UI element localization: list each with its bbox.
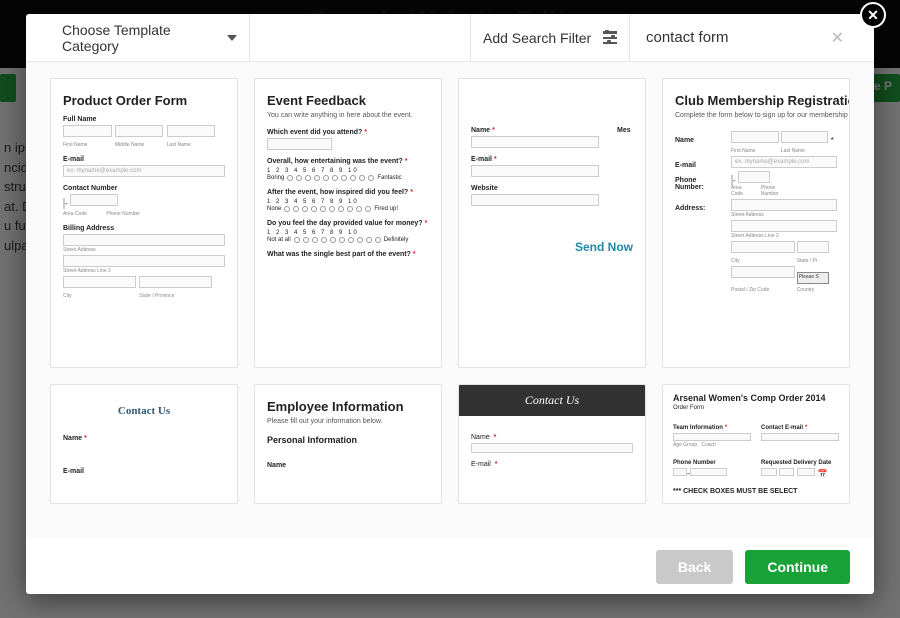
field-label: Name*	[471, 127, 599, 134]
field-label: After the event, how inspired did you fe…	[267, 189, 429, 196]
category-dropdown[interactable]: Choose Template Category	[50, 14, 250, 61]
field-label: Name	[267, 462, 429, 469]
card-title: Employee Information	[267, 399, 429, 414]
toolbar-spacer	[250, 14, 470, 61]
section-label: Personal Information	[267, 435, 429, 445]
clear-search-icon[interactable]: ✕	[831, 28, 844, 48]
send-now-link: Send Now	[459, 220, 645, 254]
filter-label: Add Search Filter	[483, 30, 591, 46]
field-label: Name	[675, 137, 723, 144]
scale-low: None	[267, 206, 281, 212]
template-card[interactable]: Product Order Form Full Name First NameM…	[50, 78, 238, 368]
field-label: Do you feel the day provided value for m…	[267, 220, 429, 227]
search-cell: ✕	[630, 14, 850, 61]
sub-label: Phone Number	[761, 185, 793, 197]
field-label: E-mail	[63, 468, 225, 475]
field-label: E-mail	[63, 156, 225, 163]
card-title: Contact Us	[63, 405, 225, 417]
field-label: Phone Number:	[675, 177, 723, 191]
card-title: Contact Us	[459, 385, 645, 416]
sub-label: Country	[797, 287, 829, 293]
field-label: Contact Number	[63, 185, 225, 192]
field-label: What was the single best part of the eve…	[267, 251, 429, 258]
search-input[interactable]	[642, 21, 838, 54]
scale-low: Not at all	[267, 237, 291, 243]
sub-label: Postal / Zip Code	[731, 287, 795, 293]
sub-label: Phone Number	[106, 211, 155, 217]
field-label: Address:	[675, 205, 723, 212]
field-label: E-mail *	[471, 461, 633, 468]
sub-label: Area Code	[731, 185, 754, 197]
field-label: Contact E-mail*	[761, 425, 839, 431]
card-title: Event Feedback	[267, 93, 429, 108]
field-placeholder: ex: myname@example.com	[63, 165, 225, 177]
field-label: Mes	[617, 127, 633, 134]
template-grid-wrap: Product Order Form Full Name First NameM…	[26, 62, 874, 538]
back-button[interactable]: Back	[656, 550, 733, 584]
chevron-down-icon	[227, 35, 237, 41]
sub-label: City	[63, 293, 136, 299]
template-picker-modal: ✕ Choose Template Category Add Search Fi…	[26, 14, 874, 594]
field-label: Full Name	[63, 116, 225, 123]
sub-label: Area Code	[63, 211, 99, 217]
scale-high: Fired up!	[374, 206, 398, 212]
close-icon[interactable]: ✕	[860, 2, 886, 28]
field-label: E-mail*	[471, 156, 599, 163]
card-title: Club Membership Registration	[675, 93, 837, 108]
template-grid: Product Order Form Full Name First NameM…	[50, 78, 850, 504]
sub-label: Middle Name	[115, 142, 164, 148]
sub-label: State / Province	[139, 293, 212, 299]
card-subtitle: Please fill out your information below.	[267, 418, 429, 425]
template-card[interactable]: Employee Information Please fill out you…	[254, 384, 442, 504]
template-card[interactable]: Event Feedback You can write anything in…	[254, 78, 442, 368]
add-filter-button[interactable]: Add Search Filter	[470, 14, 630, 61]
field-label: Billing Address	[63, 225, 225, 232]
template-card[interactable]: Arsenal Women's Comp Order 2014 Order Fo…	[662, 384, 850, 504]
scale-numbers: 1 2 3 4 5 6 7 8 9 10	[267, 230, 429, 236]
sub-label: First Name	[63, 142, 112, 148]
card-title: Arsenal Women's Comp Order 2014	[673, 393, 839, 403]
template-card[interactable]: Club Membership Registration Complete th…	[662, 78, 850, 368]
template-card[interactable]: Name* E-mail* Website Mes Send Now	[458, 78, 646, 368]
card-title: Product Order Form	[63, 93, 225, 108]
card-subtitle: Order Form	[673, 405, 839, 411]
field-label: Name *	[471, 434, 633, 441]
sub-label: Street Address	[731, 212, 837, 218]
card-subtitle: Complete the form below to sign up for o…	[675, 112, 837, 119]
country-select: Please S	[797, 272, 829, 284]
card-subtitle: You can write anything in here about the…	[267, 112, 429, 119]
field-label: Overall, how entertaining was the event?…	[267, 158, 429, 165]
field-placeholder: ex: myname@example.com	[731, 156, 837, 168]
modal-footer: Back Continue	[26, 538, 874, 594]
template-card[interactable]: Contact Us Name* E-mail	[50, 384, 238, 504]
scale-numbers: 1 2 3 4 5 6 7 8 9 10	[267, 199, 429, 205]
template-card[interactable]: Contact Us Name * E-mail *	[458, 384, 646, 504]
scale-high: Definitely	[384, 237, 409, 243]
scale-low: Boring	[267, 175, 284, 181]
sliders-icon	[603, 31, 617, 45]
checkbox-warning: *** CHECK BOXES MUST BE SELECT	[673, 488, 839, 495]
continue-button[interactable]: Continue	[745, 550, 850, 584]
sub-label: Street Address	[63, 247, 225, 253]
scale-high: Fantastic	[377, 175, 401, 181]
field-label: Name*	[63, 435, 225, 442]
scale-numbers: 1 2 3 4 5 6 7 8 9 10	[267, 168, 429, 174]
field-label: E-mail	[675, 162, 723, 169]
field-label: Website	[471, 185, 599, 192]
sub-label: Last Name	[167, 142, 216, 148]
modal-toolbar: Choose Template Category Add Search Filt…	[26, 14, 874, 62]
field-label: Team Information*	[673, 425, 751, 431]
category-label: Choose Template Category	[62, 22, 221, 54]
field-label: Which event did you attend?*	[267, 129, 429, 136]
